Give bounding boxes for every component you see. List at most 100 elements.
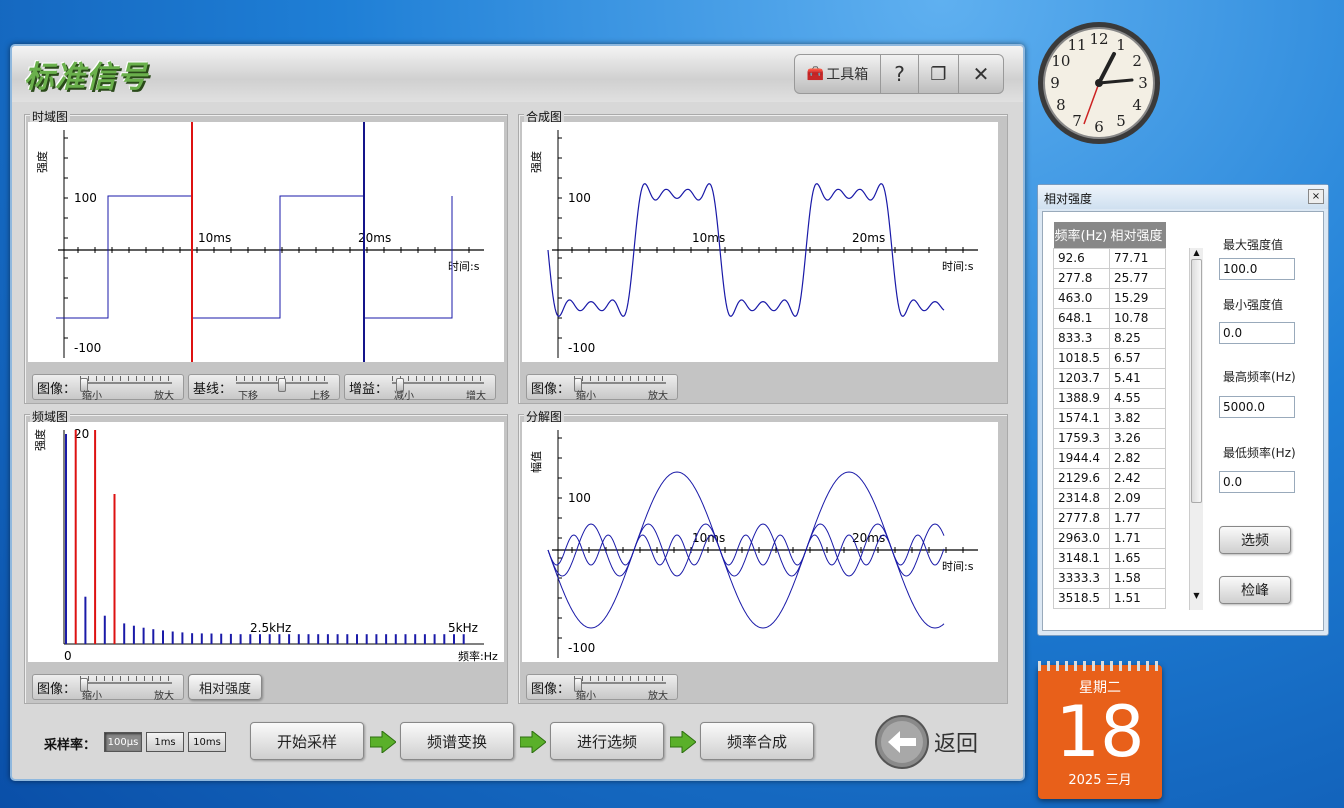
freq-cell: 1574.1 bbox=[1053, 407, 1110, 429]
x-unit-label: 时间:s bbox=[448, 260, 480, 273]
rel-cell: 5.41 bbox=[1109, 367, 1166, 389]
scroll-down-icon[interactable]: ▼ bbox=[1190, 591, 1203, 600]
close-button[interactable]: ✕ bbox=[959, 55, 1003, 93]
time-domain-plot[interactable]: 强度 100 -100 10ms 20ms 时间:s bbox=[28, 122, 504, 362]
freq-table-row[interactable]: 1759.3 3.26 bbox=[1053, 427, 1166, 449]
slider-hi: 增大 bbox=[466, 391, 487, 402]
freq-table-row[interactable]: 1944.4 2.82 bbox=[1053, 447, 1166, 469]
min-strength-input[interactable]: 0.0 bbox=[1219, 322, 1295, 344]
clock-numeral: 1 bbox=[1116, 36, 1126, 54]
clock-numeral: 6 bbox=[1094, 118, 1104, 136]
freq-table-row[interactable]: 2129.6 2.42 bbox=[1053, 467, 1166, 489]
rel-cell: 2.82 bbox=[1109, 447, 1166, 469]
freq-cell: 1018.5 bbox=[1053, 347, 1110, 369]
frequency-plot[interactable]: 强度 2002.5kHz 5kHz频率:Hz bbox=[28, 422, 504, 662]
y-bottom-label: -100 bbox=[568, 641, 595, 655]
freq-cell: 1944.4 bbox=[1053, 447, 1110, 469]
sampling-option[interactable]: 1ms bbox=[146, 732, 184, 752]
rel-cell: 10.78 bbox=[1109, 307, 1166, 329]
freq-table-row[interactable]: 2963.0 1.71 bbox=[1053, 527, 1166, 549]
spectrum-transform-button[interactable]: 频谱变换 bbox=[400, 722, 514, 760]
freq-table-row[interactable]: 3518.5 1.51 bbox=[1053, 587, 1166, 609]
sampling-option[interactable]: 10ms bbox=[188, 732, 226, 752]
max-freq-input[interactable]: 5000.0 bbox=[1219, 396, 1295, 418]
sampling-option[interactable]: 100μs bbox=[104, 732, 142, 752]
freq-cell: 463.0 bbox=[1053, 287, 1110, 309]
back-button[interactable]: 返回 bbox=[874, 714, 978, 770]
peak-detect-button[interactable]: 检峰 bbox=[1219, 576, 1291, 604]
synth-image-slider[interactable]: 图像： 缩小 放大 bbox=[526, 374, 678, 402]
freq-table-row[interactable]: 92.6 77.71 bbox=[1053, 247, 1166, 269]
clock-numeral: 8 bbox=[1056, 96, 1066, 114]
title-bar: 标准信号 🧰 工具箱 ? ❐ ✕ bbox=[12, 46, 1023, 102]
select-freq-button[interactable]: 选频 bbox=[1219, 526, 1291, 554]
x-origin-label: 0 bbox=[64, 649, 72, 662]
freq-table-row[interactable]: 648.1 10.78 bbox=[1053, 307, 1166, 329]
y-axis-label: 幅值 bbox=[530, 451, 543, 473]
clock-numeral: 3 bbox=[1138, 74, 1148, 92]
relative-strength-window: 相对强度 × 频率(Hz) 相对强度 92.6 77.71 277.8 25.77 46… bbox=[1037, 184, 1329, 636]
freq-table-row[interactable]: 833.3 8.25 bbox=[1053, 327, 1166, 349]
freq-table-row[interactable]: 3333.3 1.58 bbox=[1053, 567, 1166, 589]
freq-table-row[interactable]: 463.0 15.29 bbox=[1053, 287, 1166, 309]
x-end-label: 5kHz bbox=[448, 621, 478, 635]
freq-table-row[interactable]: 1574.1 3.82 bbox=[1053, 407, 1166, 429]
decomp-image-slider[interactable]: 图像： 缩小 放大 bbox=[526, 674, 678, 702]
synth-controls: 图像： 缩小 放大 bbox=[526, 374, 678, 402]
toolbox-label: 工具箱 bbox=[826, 67, 869, 83]
y-bottom-label: -100 bbox=[74, 341, 101, 355]
col-rel-header: 相对强度 bbox=[1109, 222, 1166, 248]
x-unit-label: 时间:s bbox=[942, 260, 974, 273]
freq-table-row[interactable]: 3148.1 1.65 bbox=[1053, 547, 1166, 569]
relative-strength-button[interactable]: 相对强度 bbox=[188, 674, 262, 700]
slider-lo: 缩小 bbox=[82, 391, 103, 402]
freq-table-row[interactable]: 2314.8 2.09 bbox=[1053, 487, 1166, 509]
baseline-slider[interactable]: 基线： 下移 上移 bbox=[188, 374, 340, 402]
x-tick-label: 20ms bbox=[852, 231, 885, 245]
slider-hi: 上移 bbox=[310, 391, 331, 402]
freq-table-row[interactable]: 1388.9 4.55 bbox=[1053, 387, 1166, 409]
gain-slider[interactable]: 增益： 减小 增大 bbox=[344, 374, 496, 402]
slider-thumb[interactable] bbox=[278, 378, 287, 392]
scroll-thumb[interactable] bbox=[1191, 259, 1202, 503]
freq-cell: 1759.3 bbox=[1053, 427, 1110, 449]
rel-cell: 25.77 bbox=[1109, 267, 1166, 289]
close-icon: ✕ bbox=[972, 62, 990, 86]
freq-cell: 648.1 bbox=[1053, 307, 1110, 329]
freq-table-row[interactable]: 1203.7 5.41 bbox=[1053, 367, 1166, 389]
help-button[interactable]: ? bbox=[881, 55, 919, 93]
freq-select-button[interactable]: 进行选频 bbox=[550, 722, 664, 760]
freq-table-row[interactable]: 1018.5 6.57 bbox=[1053, 347, 1166, 369]
sampling-rate-label: 采样率： bbox=[44, 738, 97, 753]
y-top-label: 100 bbox=[74, 191, 97, 205]
freq-table-row[interactable]: 2777.8 1.77 bbox=[1053, 507, 1166, 529]
clock-numeral: 10 bbox=[1051, 52, 1070, 70]
freq-table-row[interactable]: 277.8 25.77 bbox=[1053, 267, 1166, 289]
slider-hi: 放大 bbox=[648, 391, 669, 402]
clock-numeral: 11 bbox=[1067, 36, 1086, 54]
rel-cell: 77.71 bbox=[1109, 247, 1166, 269]
freq-image-slider[interactable]: 图像： 缩小 放大 bbox=[32, 674, 184, 702]
rel-cell: 3.26 bbox=[1109, 427, 1166, 449]
table-scrollbar[interactable]: ▲ ▼ bbox=[1189, 248, 1203, 610]
scroll-up-icon[interactable]: ▲ bbox=[1190, 248, 1203, 257]
time-image-slider[interactable]: 图像： 缩小 放大 bbox=[32, 374, 184, 402]
app-title: 标准信号 bbox=[24, 60, 148, 95]
freq-table: 频率(Hz) 相对强度 92.6 77.71 277.8 25.77 463.0 15.2… bbox=[1053, 222, 1166, 609]
y-top-label: 100 bbox=[568, 491, 591, 505]
toolbox-button[interactable]: 🧰 工具箱 bbox=[795, 55, 881, 93]
start-sampling-button[interactable]: 开始采样 bbox=[250, 722, 364, 760]
col-freq-header: 频率(Hz) bbox=[1053, 222, 1110, 248]
rel-cell: 3.82 bbox=[1109, 407, 1166, 429]
synthesis-plot[interactable]: 强度 100 -100 10ms 20ms 时间:s bbox=[522, 122, 998, 362]
freq-cell: 3148.1 bbox=[1053, 547, 1110, 569]
side-close-button[interactable]: × bbox=[1308, 189, 1324, 204]
freq-synthesis-button[interactable]: 频率合成 bbox=[700, 722, 814, 760]
decomposition-plot[interactable]: 幅值100-10010ms 20ms时间:s bbox=[522, 422, 998, 662]
max-strength-input[interactable]: 100.0 bbox=[1219, 258, 1295, 280]
freq-cell: 1203.7 bbox=[1053, 367, 1110, 389]
min-freq-input[interactable]: 0.0 bbox=[1219, 471, 1295, 493]
restore-button[interactable]: ❐ bbox=[919, 55, 959, 93]
slider-lo: 缩小 bbox=[576, 691, 597, 702]
freq-cell: 1388.9 bbox=[1053, 387, 1110, 409]
